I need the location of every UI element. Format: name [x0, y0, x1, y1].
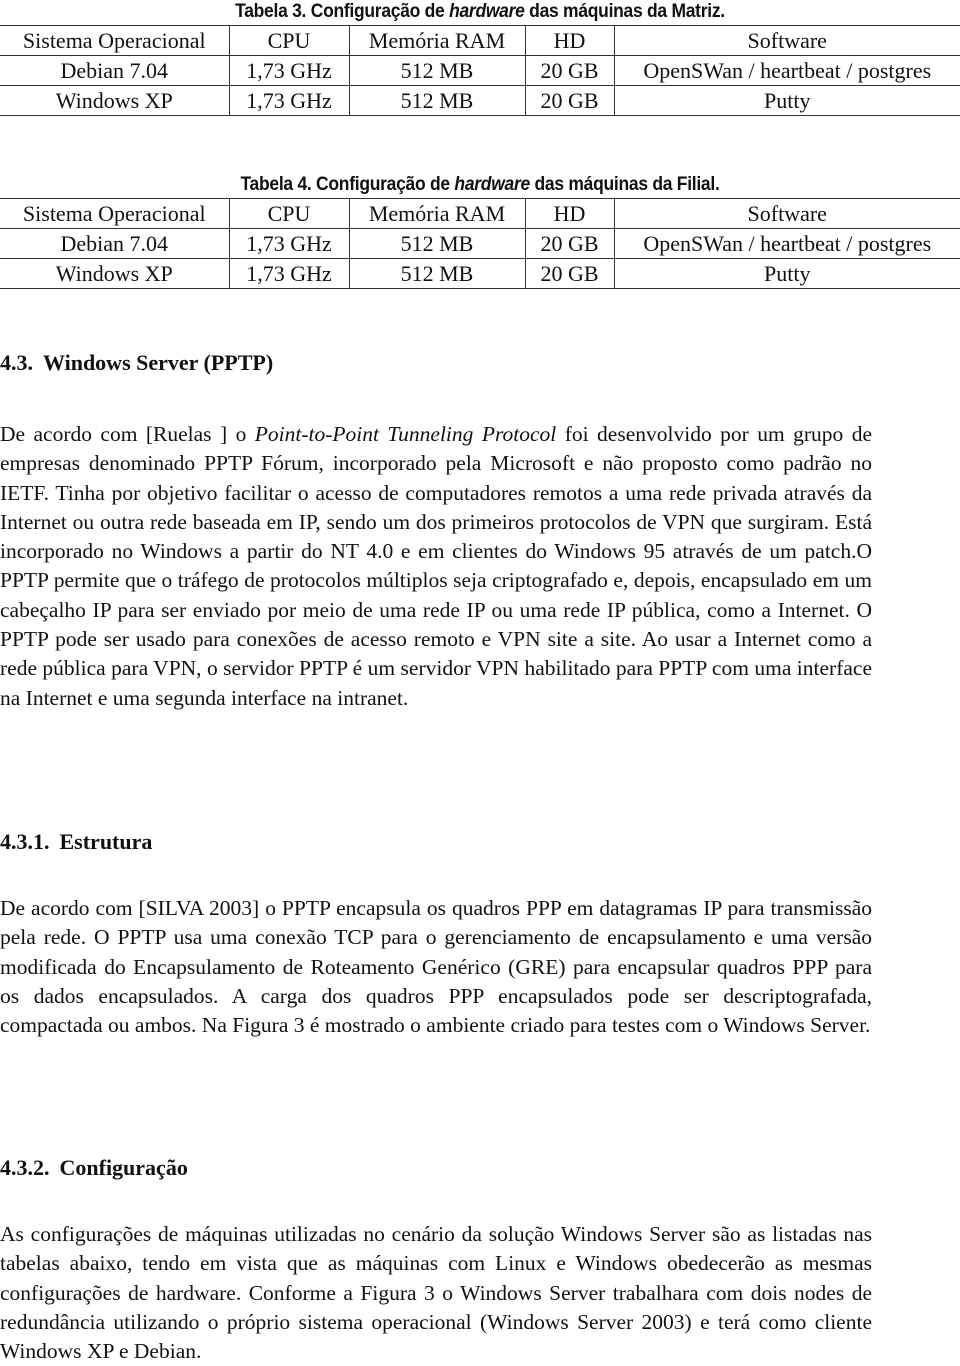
section-number: 4.3.: [0, 350, 33, 375]
header-cell-os: Sistema Operacional: [0, 198, 229, 229]
table-header-row: Sistema Operacional CPU Memória RAM HD S…: [0, 25, 960, 56]
table-header-row: Sistema Operacional CPU Memória RAM HD S…: [0, 198, 960, 229]
table-3-matriz: Sistema Operacional CPU Memória RAM HD S…: [0, 25, 960, 116]
header-cell-ram: Memória RAM: [348, 25, 525, 56]
table-cell: 512 MB: [348, 85, 525, 116]
table-cell: 1,73 GHz: [228, 258, 349, 289]
table-4-caption: Tabela 4. Configuração de hardware das m…: [38, 174, 921, 196]
header-cell-ram: Memória RAM: [348, 198, 525, 229]
section-4-3-paragraph: De acordo com [Ruelas ] o Point-to-Point…: [0, 420, 872, 713]
table-cell: 20 GB: [524, 85, 614, 116]
table-cell: 1,73 GHz: [228, 228, 349, 259]
section-title: Configuração: [59, 1155, 188, 1180]
table-cell: 20 GB: [524, 258, 614, 289]
table-cell: OpenSWan / heartbeat / postgres: [613, 228, 960, 259]
caption-text: Tabela 3. Configuração de: [235, 1, 450, 22]
table-cell: Putty: [613, 258, 960, 289]
header-cell-hd: HD: [524, 25, 614, 56]
paragraph-text: De acordo com [Ruelas ] o: [0, 422, 255, 446]
caption-text: das máquinas da Filial.: [529, 174, 720, 195]
table-cell: 1,73 GHz: [228, 55, 349, 86]
caption-italic-text: hardware: [454, 174, 530, 195]
caption-italic-text: hardware: [449, 1, 525, 22]
caption-text: Tabela 4. Configuração de: [240, 174, 455, 195]
table-cell: 1,73 GHz: [228, 85, 349, 116]
section-number: 4.3.1.: [0, 829, 50, 854]
header-cell-software: Software: [613, 198, 960, 229]
table-cell: 20 GB: [524, 228, 614, 259]
header-cell-cpu: CPU: [228, 25, 349, 56]
table-cell: 512 MB: [348, 228, 525, 259]
paragraph-text: foi desenvolvido por um grupo de empresa…: [0, 422, 873, 710]
paragraph-italic-term: Point-to-Point Tunneling Protocol: [254, 422, 557, 446]
table-cell: OpenSWan / heartbeat / postgres: [613, 55, 960, 86]
table-row: Windows XP 1,73 GHz 512 MB 20 GB Putty: [0, 258, 960, 289]
table-3-caption: Tabela 3. Configuração de hardware das m…: [38, 1, 921, 23]
table-row: Debian 7.04 1,73 GHz 512 MB 20 GB OpenSW…: [0, 228, 960, 259]
header-cell-software: Software: [613, 25, 960, 56]
section-title: Windows Server (PPTP): [43, 350, 274, 375]
section-4-3-1-paragraph: De acordo com [SILVA 2003] o PPTP encaps…: [0, 896, 872, 1038]
header-cell-cpu: CPU: [228, 198, 349, 229]
table-cell: Debian 7.04: [0, 55, 229, 86]
section-title: Estrutura: [59, 829, 153, 854]
table-row: Debian 7.04 1,73 GHz 512 MB 20 GB OpenSW…: [0, 55, 960, 86]
header-cell-os: Sistema Operacional: [0, 25, 229, 56]
table-row: Windows XP 1,73 GHz 512 MB 20 GB Putty: [0, 85, 960, 116]
section-4-3-2-paragraph: As configurações de máquinas utilizadas …: [0, 1222, 872, 1364]
table-cell: Windows XP: [0, 85, 229, 116]
table-cell: 20 GB: [524, 55, 614, 86]
table-cell: Debian 7.04: [0, 228, 229, 259]
table-cell: 512 MB: [348, 55, 525, 86]
header-cell-hd: HD: [524, 198, 614, 229]
table-cell: Putty: [613, 85, 960, 116]
table-cell: Windows XP: [0, 258, 229, 289]
section-heading-4-3-1: 4.3.1. Estrutura: [0, 829, 152, 855]
section-heading-4-3: 4.3. Windows Server (PPTP): [0, 350, 273, 376]
table-cell: 512 MB: [348, 258, 525, 289]
caption-text: das máquinas da Matriz.: [524, 1, 725, 22]
section-number: 4.3.2.: [0, 1155, 50, 1180]
section-heading-4-3-2: 4.3.2. Configuração: [0, 1155, 188, 1181]
table-4-filial: Sistema Operacional CPU Memória RAM HD S…: [0, 198, 960, 289]
